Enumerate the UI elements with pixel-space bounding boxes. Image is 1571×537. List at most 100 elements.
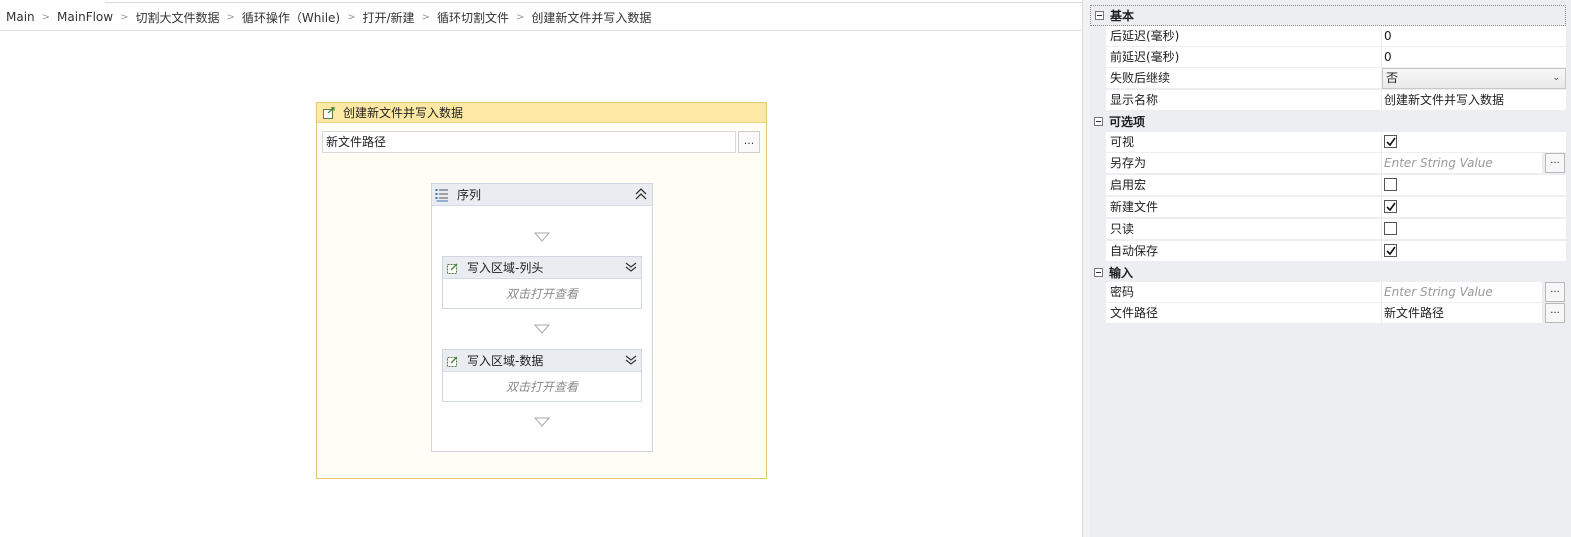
prop-name: 文件路径	[1106, 303, 1381, 324]
drop-target-arrow-icon[interactable]	[534, 232, 550, 242]
browse-path-button[interactable]: ...	[738, 131, 760, 153]
activity-hint: 双击打开查看	[505, 380, 578, 394]
prop-save-as[interactable]: 另存为 Enter String Value ...	[1106, 153, 1566, 175]
file-path-browse-button[interactable]: ...	[1545, 303, 1565, 323]
prop-name: 后延迟(毫秒)	[1106, 26, 1381, 47]
activity-create-file[interactable]: 创建新文件并写入数据 新文件路径 ... 序列 写入区域-列头 双击打开查看 写…	[316, 102, 767, 479]
prop-name: 启用宏	[1106, 175, 1381, 196]
save-as-browse-button[interactable]: ...	[1545, 153, 1565, 173]
activity-header[interactable]: 写入区域-列头	[443, 257, 641, 279]
checkmark-icon	[1386, 246, 1396, 256]
breadcrumb-item-current[interactable]: 创建新文件并写入数据	[529, 9, 653, 26]
enable-macro-checkbox[interactable]	[1384, 178, 1397, 191]
breadcrumb-item-main[interactable]: Main	[0, 10, 37, 24]
breadcrumb-item-open-new[interactable]: 打开/新建	[361, 9, 417, 26]
excel-new-file-icon	[323, 106, 335, 119]
password-browse-button[interactable]: ...	[1545, 282, 1565, 302]
sequence-header[interactable]: 序列	[432, 184, 652, 206]
drop-target-arrow-icon[interactable]	[534, 417, 550, 427]
chevron-right-icon: >	[421, 11, 430, 23]
prop-delay-after[interactable]: 后延迟(毫秒) 0	[1106, 26, 1566, 48]
new-file-checkbox[interactable]	[1384, 200, 1397, 213]
collapse-toggle-icon[interactable]	[1095, 11, 1104, 20]
prop-continue-on-error[interactable]: 失败后继续 否 ⌄	[1106, 68, 1566, 90]
prop-name: 失败后继续	[1106, 68, 1381, 89]
breadcrumb-item-split-file[interactable]: 切割大文件数据	[133, 9, 221, 26]
prop-auto-save[interactable]: 自动保存	[1106, 241, 1566, 263]
continue-on-error-select[interactable]: 否 ⌄	[1382, 68, 1566, 89]
prop-name: 另存为	[1106, 153, 1381, 174]
drop-target-arrow-icon[interactable]	[534, 324, 550, 334]
workflow-designer: Main > MainFlow > 切割大文件数据 > 循环操作（While) …	[0, 0, 1082, 537]
sequence-container[interactable]: 序列 写入区域-列头 双击打开查看 写入区域-数据 双击打开查看	[431, 183, 653, 452]
panel-splitter[interactable]	[1082, 0, 1090, 537]
prop-value	[1382, 132, 1566, 153]
delay-after-input[interactable]: 0	[1382, 26, 1566, 47]
prop-value	[1382, 175, 1566, 196]
chevron-right-icon: >	[120, 11, 129, 23]
collapse-toggle-icon[interactable]	[1094, 268, 1103, 277]
prop-name: 显示名称	[1106, 90, 1381, 111]
category-label: 基本	[1110, 9, 1135, 23]
activity-hint: 双击打开查看	[505, 287, 578, 301]
file-path-value-input[interactable]: 新文件路径	[1382, 303, 1542, 324]
placeholder: Enter String Value	[1384, 156, 1493, 170]
read-only-checkbox[interactable]	[1384, 222, 1397, 235]
activity-title: 创建新文件并写入数据	[343, 106, 464, 120]
category-label: 可选项	[1109, 115, 1146, 129]
collapse-icon[interactable]	[634, 187, 648, 201]
breadcrumb-item-loop-split[interactable]: 循环切割文件	[435, 9, 511, 26]
prop-value	[1382, 241, 1566, 262]
activity-title: 写入区域-数据	[467, 354, 544, 368]
activity-write-range-data[interactable]: 写入区域-数据 双击打开查看	[442, 349, 642, 402]
category-basic[interactable]: 基本	[1090, 5, 1566, 26]
sequence-icon	[435, 188, 448, 201]
activity-header[interactable]: 写入区域-数据	[443, 350, 641, 372]
breadcrumb-item-while-loop[interactable]: 循环操作（While)	[240, 9, 342, 26]
save-as-input[interactable]: Enter String Value	[1382, 153, 1542, 174]
category-input[interactable]: 输入	[1090, 262, 1566, 283]
breadcrumb-divider	[0, 30, 1082, 31]
prop-file-path[interactable]: 文件路径 新文件路径 ...	[1106, 303, 1566, 325]
expand-icon[interactable]	[625, 261, 637, 273]
category-label: 输入	[1109, 266, 1134, 280]
placeholder: Enter String Value	[1384, 285, 1493, 299]
collapse-toggle-icon[interactable]	[1094, 117, 1103, 126]
prop-value	[1382, 197, 1566, 218]
prop-enable-macro[interactable]: 启用宏	[1106, 175, 1566, 197]
prop-display-name[interactable]: 显示名称 创建新文件并写入数据	[1106, 90, 1566, 112]
prop-name: 前延迟(毫秒)	[1106, 47, 1381, 68]
prop-delay-before[interactable]: 前延迟(毫秒) 0	[1106, 47, 1566, 69]
prop-read-only[interactable]: 只读	[1106, 219, 1566, 241]
prop-password[interactable]: 密码 Enter String Value ...	[1106, 282, 1566, 304]
prop-new-file[interactable]: 新建文件	[1106, 197, 1566, 219]
activity-header[interactable]: 创建新文件并写入数据	[317, 103, 766, 123]
display-name-input[interactable]: 创建新文件并写入数据	[1382, 90, 1566, 111]
chevron-right-icon: >	[41, 11, 51, 23]
prop-visible[interactable]: 可视	[1106, 132, 1566, 154]
top-divider	[105, 0, 1082, 3]
category-options[interactable]: 可选项	[1090, 111, 1566, 132]
file-path-input[interactable]: 新文件路径	[322, 131, 736, 153]
prop-name: 密码	[1106, 282, 1381, 303]
visible-checkbox[interactable]	[1384, 135, 1397, 148]
chevron-right-icon: >	[226, 11, 235, 23]
write-range-icon	[447, 356, 458, 367]
delay-before-input[interactable]: 0	[1382, 47, 1566, 68]
prop-name: 可视	[1106, 132, 1381, 153]
expand-icon[interactable]	[625, 354, 637, 366]
password-input[interactable]: Enter String Value	[1382, 282, 1542, 303]
property-grid: 基本 后延迟(毫秒) 0 前延迟(毫秒) 0 失败后继续 否 ⌄ 显示名称 创建…	[1090, 0, 1571, 537]
breadcrumb-item-mainflow[interactable]: MainFlow	[55, 10, 115, 24]
prop-name: 自动保存	[1106, 241, 1381, 262]
chevron-down-icon[interactable]: ⌄	[1552, 69, 1560, 88]
checkmark-icon	[1386, 137, 1396, 147]
chevron-right-icon: >	[347, 11, 356, 23]
prop-name: 只读	[1106, 219, 1381, 240]
checkmark-icon	[1386, 202, 1396, 212]
prop-value	[1382, 219, 1566, 240]
activity-write-range-header[interactable]: 写入区域-列头 双击打开查看	[442, 256, 642, 309]
auto-save-checkbox[interactable]	[1384, 244, 1397, 257]
activity-title: 写入区域-列头	[467, 261, 544, 275]
select-value: 否	[1386, 71, 1399, 85]
